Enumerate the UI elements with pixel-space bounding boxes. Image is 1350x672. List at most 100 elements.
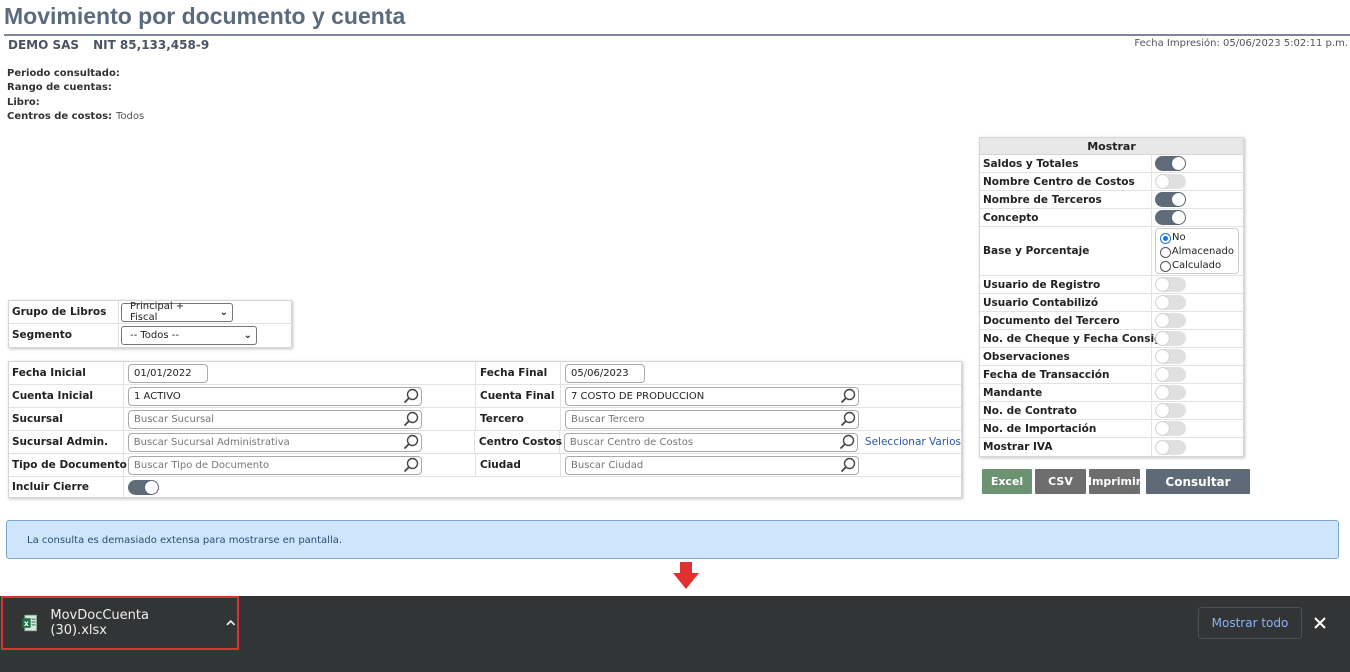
radio-button[interactable]: [1160, 232, 1171, 244]
mostrar-iva-toggle[interactable]: [1155, 439, 1186, 455]
option-label: Nombre de Terceros: [980, 191, 1152, 208]
radio-button[interactable]: [1160, 260, 1171, 272]
option-label: No. de Cheque y Fecha Consig.: [980, 330, 1166, 347]
fecha-final-input[interactable]: 05/06/2023: [565, 363, 645, 383]
input-value: 05/06/2023: [571, 367, 629, 379]
concepto-toggle[interactable]: [1155, 210, 1186, 225]
search-icon[interactable]: [402, 433, 420, 451]
option-label: No. de Importación: [980, 420, 1152, 437]
cuenta-final-input[interactable]: 7 COSTO DE PRODUCCION: [565, 386, 859, 406]
title-divider: [4, 34, 1350, 36]
consultar-button[interactable]: Consultar: [1146, 469, 1250, 494]
radio-almacenado[interactable]: Almacenado: [1160, 245, 1234, 259]
mostrar-row: Observaciones: [980, 348, 1243, 366]
search-icon[interactable]: [839, 410, 857, 428]
filters-panel: Fecha Inicial 01/01/2022 Fecha Final 05/…: [8, 361, 962, 498]
radio-label: Almacenado: [1171, 246, 1234, 257]
option-label: Nombre Centro de Costos: [980, 173, 1152, 190]
centro-costos-input[interactable]: Buscar Centro de Costos: [563, 432, 858, 452]
documento-tercero-toggle[interactable]: [1155, 313, 1186, 328]
excel-file-icon: x: [22, 614, 37, 632]
chevron-down-icon: ⌄: [219, 306, 228, 318]
cuenta-inicial-input[interactable]: 1 ACTIVO: [128, 386, 422, 406]
mostrar-row: Mandante: [980, 384, 1243, 402]
company-nit: NIT 85,133,458-9: [93, 38, 210, 52]
segmento-select[interactable]: -- Todos -- ⌄: [121, 326, 257, 345]
incluir-cierre-toggle[interactable]: [128, 479, 159, 495]
search-icon[interactable]: [838, 433, 856, 451]
imprimir-button[interactable]: Imprimir: [1088, 469, 1141, 494]
tercero-label: Tercero: [476, 408, 561, 430]
tipo-documento-input[interactable]: Buscar Tipo de Documento: [128, 455, 422, 475]
page-title: Movimiento por documento y cuenta: [4, 3, 406, 29]
mostrar-row: Nombre de Terceros: [980, 191, 1243, 209]
usuario-contabilizo-toggle[interactable]: [1155, 295, 1186, 310]
libros-panel: Grupo de Libros Principal + Fiscal ⌄ Segm…: [8, 300, 292, 348]
radio-no[interactable]: No: [1160, 231, 1234, 245]
mostrar-row: Saldos y Totales: [980, 155, 1243, 173]
periodo-label: Periodo consultado:: [7, 68, 120, 79]
input-value: 01/01/2022: [134, 367, 192, 379]
saldos-toggle[interactable]: [1155, 156, 1186, 171]
search-icon[interactable]: [402, 387, 420, 405]
input-placeholder: Buscar Ciudad: [571, 459, 644, 471]
nombre-centro-toggle[interactable]: [1155, 174, 1186, 189]
info-alert: La consulta es demasiado extensa para mo…: [6, 520, 1339, 559]
option-label: Base y Porcentaje: [980, 227, 1152, 275]
rango-label: Rango de cuentas:: [7, 82, 112, 94]
radio-calculado[interactable]: Calculado: [1160, 259, 1234, 273]
segmento-label: Segmento: [9, 324, 119, 347]
input-value: 7 COSTO DE PRODUCCION: [571, 390, 705, 402]
option-label: Usuario Contabilizó: [980, 294, 1152, 311]
mostrar-row: Fecha de Transacción: [980, 366, 1243, 384]
option-label: Mostrar IVA: [980, 438, 1152, 456]
mostrar-row: Concepto: [980, 209, 1243, 227]
seleccionar-varios-link[interactable]: Seleccionar Varios: [865, 436, 961, 448]
company-name: DEMO SAS: [8, 38, 80, 52]
mandante-toggle[interactable]: [1155, 385, 1186, 400]
ciudad-input[interactable]: Buscar Ciudad: [565, 455, 859, 475]
tercero-input[interactable]: Buscar Tercero: [565, 409, 859, 429]
option-label: Concepto: [980, 209, 1152, 226]
fecha-final-label: Fecha Final: [476, 362, 561, 384]
search-icon[interactable]: [402, 456, 420, 474]
csv-button[interactable]: CSV: [1035, 469, 1086, 494]
sucursal-admin-input[interactable]: Buscar Sucursal Administrativa: [127, 432, 422, 452]
excel-button[interactable]: Excel: [982, 469, 1032, 494]
mostrar-row: No. de Cheque y Fecha Consig.: [980, 330, 1243, 348]
mostrar-todo-button[interactable]: Mostrar todo: [1198, 607, 1302, 639]
sucursal-label: Sucursal: [9, 408, 124, 430]
centro-costos-label: Centro Costos: [475, 431, 562, 453]
mostrar-row: No. de Contrato: [980, 402, 1243, 420]
incluir-cierre-label: Incluir Cierre: [9, 477, 124, 497]
download-item[interactable]: x MovDocCuenta (30).xlsx: [1, 596, 239, 650]
mostrar-row: Usuario de Registro: [980, 276, 1243, 294]
contrato-toggle[interactable]: [1155, 403, 1186, 418]
search-icon[interactable]: [839, 387, 857, 405]
mostrar-row: Mostrar IVA: [980, 438, 1243, 456]
nombre-terceros-toggle[interactable]: [1155, 192, 1186, 207]
radio-button[interactable]: [1160, 246, 1171, 258]
grupo-libros-select[interactable]: Principal + Fiscal ⌄: [121, 301, 233, 323]
select-value: Principal + Fiscal: [130, 301, 185, 323]
cuenta-final-label: Cuenta Final: [476, 385, 561, 407]
radio-label: Calculado: [1172, 260, 1222, 271]
sucursal-input[interactable]: Buscar Sucursal: [128, 409, 422, 429]
chevron-up-icon[interactable]: [225, 617, 237, 629]
observaciones-toggle[interactable]: [1155, 349, 1186, 364]
cheque-toggle[interactable]: [1155, 331, 1186, 346]
cuenta-inicial-label: Cuenta Inicial: [9, 385, 124, 407]
usuario-registro-toggle[interactable]: [1155, 277, 1186, 292]
close-icon[interactable]: [1313, 616, 1327, 630]
chevron-down-icon: ⌄: [243, 330, 252, 341]
search-icon[interactable]: [402, 410, 420, 428]
search-icon[interactable]: [839, 456, 857, 474]
option-label: No. de Contrato: [980, 402, 1152, 419]
svg-text:x: x: [24, 619, 29, 628]
importacion-toggle[interactable]: [1155, 421, 1186, 436]
company-info: DEMO SAS NIT 85,133,458-9: [8, 38, 209, 52]
fecha-transaccion-toggle[interactable]: [1155, 367, 1186, 382]
mostrar-title: Mostrar: [980, 138, 1243, 155]
fecha-inicial-input[interactable]: 01/01/2022: [128, 363, 208, 383]
input-value: 1 ACTIVO: [134, 390, 181, 402]
